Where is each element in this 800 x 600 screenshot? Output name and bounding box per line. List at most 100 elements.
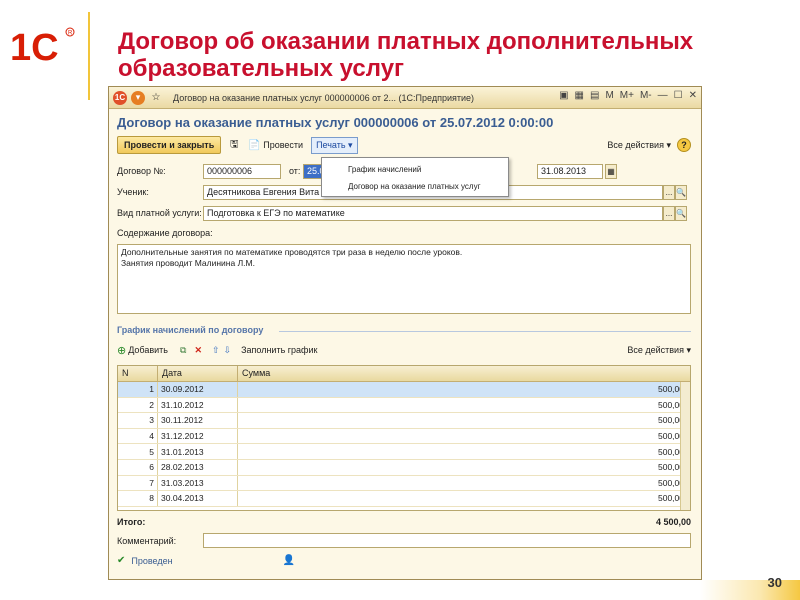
section-divider xyxy=(279,331,691,332)
post-and-close-button[interactable]: Провести и закрыть xyxy=(117,136,222,154)
service-field[interactable]: Подготовка к ЕГЭ по математике xyxy=(203,205,663,221)
date-from-label: от: xyxy=(289,166,301,176)
content-label-row: Содержание договора: xyxy=(117,225,213,241)
calculator-icon[interactable]: ▦ xyxy=(575,90,584,101)
student-label: Ученик: xyxy=(117,187,149,197)
table-row[interactable]: 7 31.03.2013 500,00 xyxy=(118,475,690,492)
memory-mminus-icon[interactable]: M- xyxy=(640,90,652,101)
row-sum: 500,00 xyxy=(658,399,684,410)
service-open-icon[interactable]: 🔍 xyxy=(675,205,687,221)
help-icon[interactable]: ? xyxy=(677,138,691,152)
row-number: 7 xyxy=(118,475,158,491)
schedule-all-actions-button[interactable]: Все действия ▾ xyxy=(627,345,691,356)
move-up-icon[interactable]: ⇧ xyxy=(212,345,220,356)
schedule-toolbar: ⊕ Добавить ⧉ ✕ ⇧ ⇩ Заполнить график Все … xyxy=(117,341,697,359)
calendar-icon[interactable]: ▤ xyxy=(590,90,599,101)
table-header: N Дата Сумма xyxy=(118,366,690,382)
row-date: 28.02.2013 xyxy=(158,459,238,475)
table-row[interactable]: 1 30.09.2012 500,00 xyxy=(118,382,690,398)
col-date-header[interactable]: Дата xyxy=(158,366,238,381)
col-sum-header[interactable]: Сумма xyxy=(238,366,690,381)
svg-text:R: R xyxy=(68,31,73,37)
row-number: 5 xyxy=(118,444,158,459)
row-date: 31.12.2012 xyxy=(158,428,238,444)
service-select-button[interactable]: ... xyxy=(663,205,675,221)
save-icon[interactable]: 🖫 xyxy=(227,138,241,152)
contract-number-label: Договор №: xyxy=(117,166,166,176)
date-to-row: 31.08.2013 ▦ xyxy=(537,163,617,179)
form-toolbar: Провести и закрыть 🖫 📄 Провести Печать ▾… xyxy=(109,134,701,156)
comment-label: Комментарий: xyxy=(117,535,177,546)
svg-text:1С: 1С xyxy=(10,27,59,68)
table-row[interactable]: 3 30.11.2012 500,00 xyxy=(118,413,690,429)
row-number: 8 xyxy=(118,491,158,506)
print-label: Печать xyxy=(316,139,346,150)
table-row[interactable]: 5 31.01.2013 500,00 xyxy=(118,444,690,460)
total-row: Итого: 4 500,00 xyxy=(117,517,691,527)
app-window: 1С ▾ ☆ Договор на оказание платных услуг… xyxy=(108,86,702,580)
row-number: 1 xyxy=(118,382,158,397)
clipboard-icon[interactable]: ▣ xyxy=(559,90,568,101)
comment-field[interactable] xyxy=(203,533,691,548)
total-label: Итого: xyxy=(117,517,146,527)
row-number: 2 xyxy=(118,397,158,413)
footer-decoration xyxy=(700,580,800,600)
print-menu-item-contract[interactable]: Договор на оказание платных услуг xyxy=(322,178,508,195)
table-row[interactable]: 8 30.04.2013 500,00 xyxy=(118,491,690,507)
table-row[interactable]: 6 28.02.2013 500,00 xyxy=(118,459,690,476)
row-sum: 500,00 xyxy=(658,384,684,395)
table-row[interactable]: 4 31.12.2012 500,00 xyxy=(118,428,690,445)
schedule-table: N Дата Сумма 1 30.09.2012 500,00 2 31.10.201… xyxy=(117,365,691,511)
row-number: 6 xyxy=(118,459,158,475)
print-button[interactable]: Печать ▾ xyxy=(311,136,358,154)
content-label: Содержание договора: xyxy=(117,228,213,238)
calendar-picker-icon[interactable]: ▦ xyxy=(605,163,617,179)
window-titlebar: 1С ▾ ☆ Договор на оказание платных услуг… xyxy=(109,87,701,109)
row-sum: 500,00 xyxy=(658,446,684,457)
status-text: Проведен xyxy=(131,555,173,566)
memory-m-icon[interactable]: M xyxy=(605,90,613,101)
content-line-2: Занятия проводит Малинина Л.М. xyxy=(121,258,255,268)
1c-logo: 1С R xyxy=(10,27,75,68)
add-icon[interactable]: ⊕ xyxy=(117,344,126,357)
document-header: Договор на оказание платных услуг 000000… xyxy=(117,115,554,130)
page-number: 30 xyxy=(767,575,782,590)
close-icon[interactable]: ✕ xyxy=(689,90,697,101)
service-row: Вид платной услуги: Подготовка к ЕГЭ по … xyxy=(117,205,687,221)
print-menu-item-schedule[interactable]: График начислений xyxy=(322,161,508,178)
student-open-icon[interactable]: 🔍 xyxy=(675,184,687,200)
maximize-icon[interactable]: ☐ xyxy=(674,90,683,101)
row-date: 31.03.2013 xyxy=(158,475,238,491)
star-icon[interactable]: ☆ xyxy=(149,91,163,105)
row-sum: 500,00 xyxy=(658,431,684,442)
content-textarea[interactable]: Дополнительные занятия по математике про… xyxy=(117,244,691,314)
total-value: 4 500,00 xyxy=(655,517,691,527)
row-sum: 500,00 xyxy=(658,477,684,488)
student-select-button[interactable]: ... xyxy=(663,184,675,200)
row-date: 30.11.2012 xyxy=(158,413,238,428)
move-down-icon[interactable]: ⇩ xyxy=(224,345,232,356)
contract-number-field[interactable]: 000000006 xyxy=(203,163,281,179)
fill-schedule-button[interactable]: Заполнить график xyxy=(241,345,317,355)
post-button[interactable]: Провести xyxy=(263,140,303,150)
row-sum: 500,00 xyxy=(658,415,684,426)
col-n-header[interactable]: N xyxy=(118,366,158,381)
all-actions-button[interactable]: Все действия ▾ xyxy=(607,140,671,151)
title-divider xyxy=(88,12,90,100)
add-button[interactable]: Добавить xyxy=(128,345,168,355)
dropdown-menu-icon[interactable]: ▾ xyxy=(131,90,145,105)
memory-mplus-icon[interactable]: M+ xyxy=(620,90,634,101)
date-to-field[interactable]: 31.08.2013 xyxy=(537,163,603,179)
contract-number-row: Договор №: 000000006 от: 25.0 xyxy=(117,163,333,179)
copy-icon[interactable]: ⧉ xyxy=(180,345,186,356)
all-actions-label: Все действия xyxy=(607,139,664,150)
minimize-icon[interactable]: — xyxy=(658,90,668,101)
delete-icon[interactable]: ✕ xyxy=(194,345,202,356)
app-menu-icon[interactable]: 1С xyxy=(113,90,127,105)
comment-row: Комментарий: xyxy=(117,533,691,548)
user-icon[interactable]: 👤 xyxy=(283,555,295,566)
table-scrollbar[interactable] xyxy=(680,382,690,510)
row-number: 3 xyxy=(118,413,158,428)
post-icon[interactable]: 📄 xyxy=(247,138,261,152)
table-row[interactable]: 2 31.10.2012 500,00 xyxy=(118,397,690,414)
